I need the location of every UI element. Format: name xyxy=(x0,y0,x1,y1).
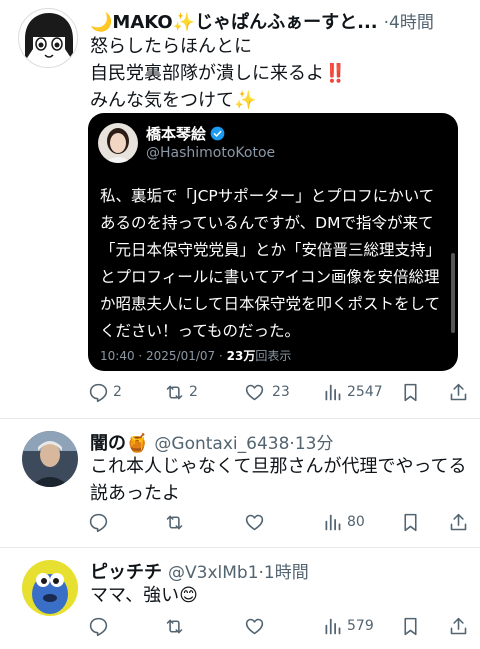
share-icon xyxy=(450,383,467,400)
person-photo-avatar-icon xyxy=(22,431,78,487)
bookmark-button[interactable] xyxy=(400,614,421,638)
post-text: ママ、強い😊 xyxy=(90,582,470,609)
share-button[interactable] xyxy=(448,614,469,638)
scrollbar[interactable] xyxy=(451,253,455,333)
post-text: 怒らしたらほんとに 自民党裏部隊が潰しに来るよ‼️ みんな気をつけて✨ xyxy=(90,33,470,114)
view-count: 2547 xyxy=(347,384,383,400)
avatar[interactable] xyxy=(22,560,78,616)
quoted-handle[interactable]: @HashimotoKotoe xyxy=(146,145,275,161)
view-count: 579 xyxy=(347,618,374,634)
post-line: これ本人じゃなくて旦那さんが代理でやってる xyxy=(90,456,467,477)
like-button[interactable] xyxy=(244,510,265,534)
reply-count: 2 xyxy=(113,384,122,400)
quoted-meta: 10:40 · 2025/01/07 · 23万回表示 xyxy=(100,347,291,364)
quoted-name-row: 橋本琴絵 xyxy=(146,123,225,144)
display-name[interactable]: ピッチチ xyxy=(90,558,162,584)
bookmark-icon xyxy=(404,513,417,531)
analytics-icon xyxy=(325,514,341,530)
user-handle[interactable]: @V3xlMb1 xyxy=(168,563,259,583)
post-line: 自民党裏部隊が潰しに来るよ‼️ xyxy=(90,63,347,84)
quoted-text: 私、裏垢で「JCPサポーター」とプロフにかいてあるのを持っているんですが、DMで… xyxy=(100,187,442,340)
reply-button[interactable] xyxy=(88,614,109,638)
post-header: ピッチチ @V3xlMb1 · 1時間 xyxy=(90,558,470,584)
repost-icon xyxy=(166,515,183,529)
quoted-avatar[interactable] xyxy=(98,123,138,163)
post-3[interactable]: ピッチチ @V3xlMb1 · 1時間 ママ、強い😊 579 xyxy=(0,548,480,649)
quoted-time[interactable]: 10:40 · 2025/01/07 · xyxy=(100,349,227,363)
quoted-display-name[interactable]: 橋本琴絵 xyxy=(146,123,206,144)
like-count: 23 xyxy=(272,384,290,400)
reply-icon xyxy=(89,513,108,532)
action-bar: 2 2 23 2547 xyxy=(0,380,480,404)
repost-icon xyxy=(166,385,183,399)
post-line: みんな気をつけて✨ xyxy=(90,90,257,111)
repost-button[interactable]: 2 xyxy=(164,380,198,404)
views-button[interactable]: 2547 xyxy=(322,380,383,404)
reply-icon xyxy=(89,617,108,636)
post-header: 闇の🍯 @Gontaxi_6438 · 13分 xyxy=(90,429,470,455)
avatar[interactable] xyxy=(22,431,78,487)
post-2[interactable]: 闇の🍯 @Gontaxi_6438 · 13分 これ本人じゃなくて旦那さんが代理… xyxy=(0,419,480,547)
bookmark-icon xyxy=(404,617,417,635)
avatar[interactable] xyxy=(18,8,78,68)
analytics-icon xyxy=(325,618,341,634)
heart-icon xyxy=(245,618,264,634)
repost-icon xyxy=(166,619,183,633)
post-text: これ本人じゃなくて旦那さんが代理でやってる 説あったよ xyxy=(90,453,470,507)
post-1[interactable]: 🌙MAKO✨じゃぱんふぁーすと... · 4時間 怒らしたらほんとに 自民党裏部… xyxy=(0,0,480,410)
timestamp[interactable]: 1時間 xyxy=(264,558,309,583)
bookmark-button[interactable] xyxy=(400,510,421,534)
display-name[interactable]: 闇の🍯 xyxy=(90,429,148,455)
anime-girl-avatar-icon xyxy=(25,13,73,61)
share-icon xyxy=(450,513,467,530)
views-button[interactable]: 579 xyxy=(322,614,374,638)
view-count: 80 xyxy=(347,514,365,530)
quoted-views: 23万 xyxy=(226,349,256,363)
reply-icon xyxy=(89,383,108,402)
reply-button[interactable]: 2 xyxy=(88,380,122,404)
verified-badge-icon xyxy=(210,126,225,141)
bookmark-button[interactable] xyxy=(400,380,421,404)
post-line: ママ、強い😊 xyxy=(90,585,198,606)
heart-icon xyxy=(245,514,264,530)
repost-button[interactable] xyxy=(164,614,185,638)
timestamp[interactable]: 13分 xyxy=(295,429,334,454)
action-bar: 579 xyxy=(0,614,480,638)
share-button[interactable] xyxy=(448,510,469,534)
bookmark-icon xyxy=(404,383,417,401)
display-name[interactable]: 🌙MAKO✨じゃぱんふぁーすと... xyxy=(90,8,378,34)
post-header: 🌙MAKO✨じゃぱんふぁーすと... · 4時間 xyxy=(90,8,470,34)
share-icon xyxy=(450,617,467,634)
share-button[interactable] xyxy=(448,380,469,404)
timestamp[interactable]: 4時間 xyxy=(389,8,434,33)
heart-icon xyxy=(245,384,264,400)
post-line: 説あったよ xyxy=(90,483,180,504)
like-button[interactable]: 23 xyxy=(244,380,290,404)
repost-count: 2 xyxy=(189,384,198,400)
blue-monster-avatar-icon xyxy=(22,560,78,616)
quoted-views-label: 回表示 xyxy=(255,349,292,363)
views-button[interactable]: 80 xyxy=(322,510,365,534)
like-button[interactable] xyxy=(244,614,265,638)
portrait-avatar-icon xyxy=(98,123,138,163)
user-handle[interactable]: @Gontaxi_6438 xyxy=(154,434,289,454)
analytics-icon xyxy=(325,384,341,400)
quoted-post[interactable]: 橋本琴絵 @HashimotoKotoe 私、裏垢で「JCPサポーター」とプロフ… xyxy=(88,113,458,371)
action-bar: 80 xyxy=(0,510,480,534)
post-line: 怒らしたらほんとに xyxy=(90,36,252,57)
repost-button[interactable] xyxy=(164,510,185,534)
reply-button[interactable] xyxy=(88,510,109,534)
